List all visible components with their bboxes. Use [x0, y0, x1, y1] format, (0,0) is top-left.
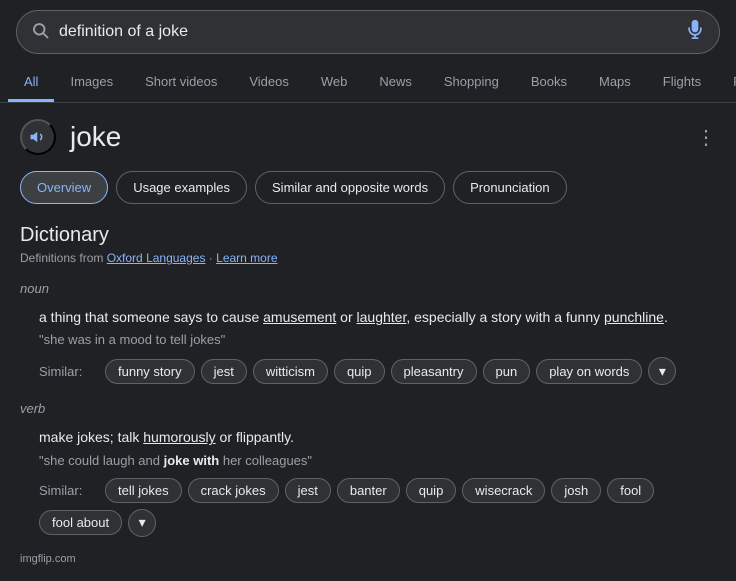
nav-tabs: All Images Short videos Videos Web News … — [0, 64, 736, 103]
noun-definition: a thing that someone says to cause amuse… — [39, 306, 716, 328]
dict-tab-similar-words[interactable]: Similar and opposite words — [255, 171, 445, 204]
verb-label: verb — [20, 401, 716, 416]
noun-expand-button[interactable]: ▾ — [648, 357, 676, 385]
nav-tab-flights[interactable]: Flights — [647, 64, 717, 102]
dict-tab-usage-examples[interactable]: Usage examples — [116, 171, 247, 204]
similar-word-chip[interactable]: jest — [285, 478, 331, 503]
nav-tab-news[interactable]: News — [363, 64, 428, 102]
similar-word-chip[interactable]: pleasantry — [391, 359, 477, 384]
more-options-button[interactable]: ⋮ — [696, 125, 716, 150]
word-header: joke ⋮ — [20, 119, 716, 155]
similar-word-chip[interactable]: play on words — [536, 359, 642, 384]
noun-similar-label: Similar: — [39, 364, 99, 379]
dict-tab-overview[interactable]: Overview — [20, 171, 108, 204]
similar-word-chip[interactable]: fool — [607, 478, 654, 503]
noun-definition-block: a thing that someone says to cause amuse… — [20, 306, 716, 385]
noun-similar-row: Similar: funny story jest witticism quip… — [39, 357, 716, 385]
oxford-link[interactable]: Oxford Languages — [107, 251, 206, 265]
voice-icon[interactable] — [685, 19, 705, 45]
verb-example: "she could laugh and joke with her colle… — [39, 453, 716, 468]
nav-tab-videos[interactable]: Videos — [233, 64, 305, 102]
verb-definition-block: make jokes; talk humorously or flippantl… — [20, 426, 716, 536]
nav-tab-images[interactable]: Images — [54, 64, 129, 102]
similar-word-chip[interactable]: funny story — [105, 359, 195, 384]
similar-word-chip[interactable]: crack jokes — [188, 478, 279, 503]
speaker-button[interactable] — [20, 119, 56, 155]
verb-expand-button[interactable]: ▾ — [128, 509, 156, 537]
similar-word-chip[interactable]: jest — [201, 359, 247, 384]
nav-tab-web[interactable]: Web — [305, 64, 364, 102]
verb-similar-label: Similar: — [39, 483, 99, 498]
noun-example: "she was in a mood to tell jokes" — [39, 332, 716, 347]
search-query[interactable]: definition of a joke — [59, 23, 675, 41]
main-content: joke ⋮ Overview Usage examples Similar a… — [0, 103, 736, 581]
nav-tab-shopping[interactable]: Shopping — [428, 64, 515, 102]
learn-more-link[interactable]: Learn more — [216, 251, 277, 265]
search-icon — [31, 21, 49, 44]
noun-label: noun — [20, 281, 716, 296]
similar-word-chip[interactable]: josh — [551, 478, 601, 503]
similar-word-chip[interactable]: quip — [406, 478, 457, 503]
nav-tab-finance[interactable]: Finance — [717, 64, 736, 102]
similar-word-chip[interactable]: pun — [483, 359, 531, 384]
dict-tab-pronunciation[interactable]: Pronunciation — [453, 171, 567, 204]
similar-word-chip[interactable]: quip — [334, 359, 385, 384]
similar-word-chip[interactable]: wisecrack — [462, 478, 545, 503]
nav-tab-short-videos[interactable]: Short videos — [129, 64, 233, 102]
word-title: joke — [70, 121, 121, 153]
word-header-left: joke — [20, 119, 121, 155]
verb-definition: make jokes; talk humorously or flippantl… — [39, 426, 716, 448]
similar-word-chip[interactable]: banter — [337, 478, 400, 503]
search-bar: definition of a joke — [16, 10, 720, 54]
nav-tab-books[interactable]: Books — [515, 64, 583, 102]
similar-word-chip[interactable]: witticism — [253, 359, 328, 384]
dictionary-heading: Dictionary — [20, 224, 716, 247]
nav-tab-all[interactable]: All — [8, 64, 54, 102]
verb-similar-row: Similar: tell jokes crack jokes jest ban… — [39, 478, 716, 537]
similar-word-chip[interactable]: fool about — [39, 510, 122, 535]
dict-tabs: Overview Usage examples Similar and oppo… — [20, 171, 716, 204]
footer-source: imgflip.com — [20, 553, 716, 565]
nav-tab-maps[interactable]: Maps — [583, 64, 647, 102]
similar-word-chip[interactable]: tell jokes — [105, 478, 182, 503]
dict-source: Definitions from Oxford Languages · Lear… — [20, 251, 716, 265]
